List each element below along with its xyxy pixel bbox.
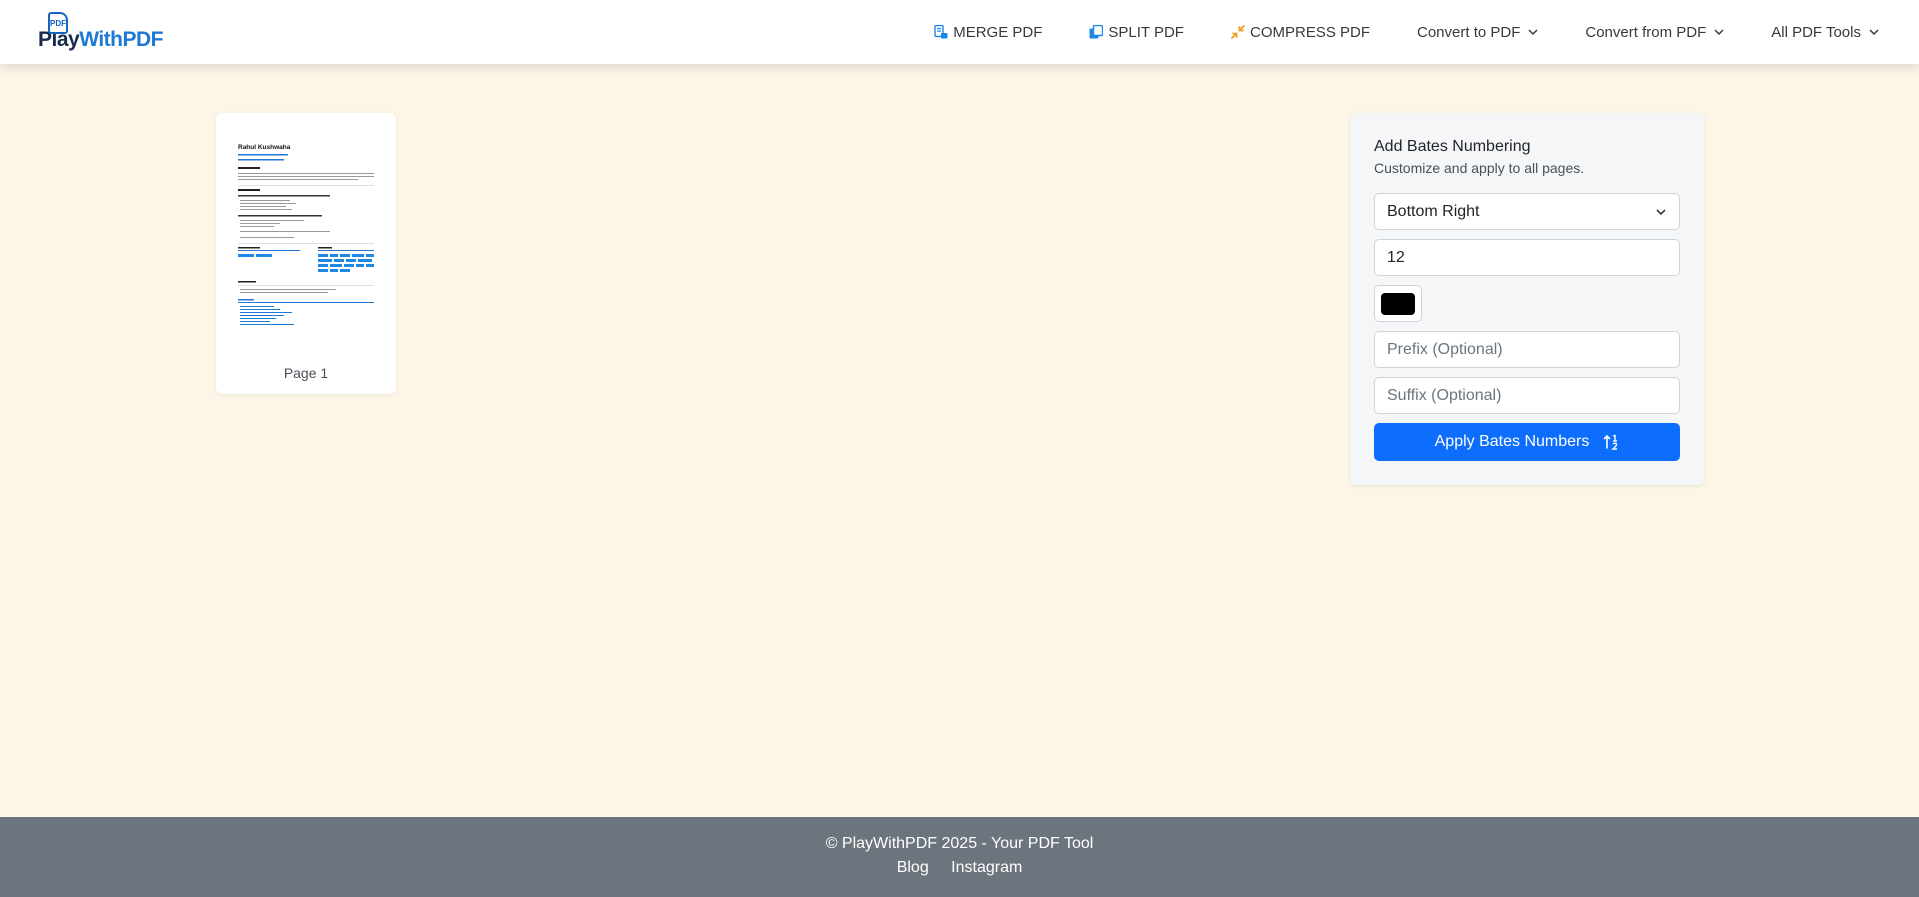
brand-badge-text: PDF: [50, 18, 66, 28]
nav-merge-pdf[interactable]: MERGE PDF: [934, 24, 1042, 41]
nav-split-pdf[interactable]: SPLIT PDF: [1089, 24, 1184, 41]
footer-links: Blog Instagram: [0, 859, 1919, 877]
navbar: PDF PlayWithPDF MERGE PDF SPLIT PDF COMP…: [0, 0, 1919, 64]
footer-copyright: © PlayWithPDF 2025 - Your PDF Tool: [825, 835, 1094, 852]
split-icon: [1089, 25, 1104, 39]
color-swatch-fill: [1381, 292, 1415, 315]
brand-name-part2: WithPDF: [79, 28, 163, 51]
footer-link-blog[interactable]: Blog: [897, 859, 929, 876]
suffix-input[interactable]: [1374, 377, 1680, 414]
page-thumbnail-card[interactable]: Rahul Kushwaha Page 1: [216, 113, 396, 394]
nav-split-label: SPLIT PDF: [1108, 23, 1184, 41]
panel-title: Add Bates Numbering: [1374, 138, 1531, 155]
thumbnail-doc-name: Rahul Kushwaha: [238, 144, 291, 151]
nav-convert-from-pdf[interactable]: Convert from PDF: [1585, 24, 1724, 41]
footer-link-instagram[interactable]: Instagram: [951, 859, 1022, 876]
nav-links: MERGE PDF SPLIT PDF COMPRESS PDF Convert…: [934, 0, 1879, 64]
page-label: Page 1: [283, 365, 329, 381]
chevron-down-icon: [1714, 29, 1724, 36]
bates-settings-panel: Add Bates Numbering Customize and apply …: [1350, 113, 1704, 485]
nav-convert-to-label: Convert to PDF: [1417, 23, 1521, 41]
page-thumbnail-image: Rahul Kushwaha: [226, 123, 386, 363]
footer: © PlayWithPDF 2025 - Your PDF Tool Blog …: [0, 817, 1919, 897]
nav-compress-label: COMPRESS PDF: [1249, 23, 1370, 41]
font-size-input[interactable]: 12: [1374, 239, 1680, 276]
nav-compress-pdf[interactable]: COMPRESS PDF: [1231, 24, 1370, 41]
chevron-down-icon: [1656, 208, 1666, 215]
color-picker[interactable]: [1374, 285, 1422, 322]
chevron-down-icon: [1869, 29, 1879, 36]
merge-icon: [934, 25, 948, 39]
nav-all-tools-label: All PDF Tools: [1771, 23, 1861, 41]
nav-convert-to-pdf[interactable]: Convert to PDF: [1417, 24, 1538, 41]
nav-convert-from-label: Convert from PDF: [1585, 23, 1707, 41]
apply-bates-button[interactable]: Apply Bates Numbers: [1374, 423, 1680, 461]
font-size-value: 12: [1387, 248, 1405, 266]
compress-icon: [1231, 25, 1245, 39]
chevron-down-icon: [1528, 29, 1538, 36]
apply-button-label: Apply Bates Numbers: [1434, 433, 1590, 450]
sort-numeric-icon: [1604, 434, 1618, 450]
pdf-badge-icon: PDF: [48, 12, 68, 34]
position-select[interactable]: Bottom Right: [1374, 193, 1680, 230]
nav-merge-label: MERGE PDF: [953, 23, 1043, 41]
brand-logo[interactable]: PDF PlayWithPDF: [38, 10, 163, 54]
prefix-input[interactable]: [1374, 331, 1680, 368]
nav-all-pdf-tools[interactable]: All PDF Tools: [1771, 24, 1879, 41]
panel-subtitle: Customize and apply to all pages.: [1374, 160, 1585, 176]
position-select-value: Bottom Right: [1387, 202, 1480, 220]
